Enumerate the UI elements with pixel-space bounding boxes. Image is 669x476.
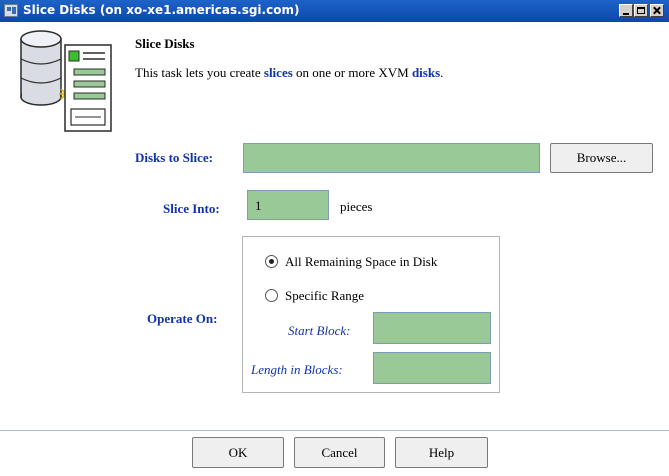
specific-range-label[interactable]: Specific Range [285, 288, 364, 304]
task-heading: Slice Disks [135, 36, 195, 51]
window-app-icon [4, 4, 18, 17]
disks-to-slice-field[interactable] [243, 143, 540, 173]
title-bar[interactable]: Slice Disks (on xo-xe1.americas.sgi.com) [0, 0, 669, 22]
help-button[interactable]: Help [395, 437, 488, 468]
desc-text-1: This task lets you create [135, 65, 264, 80]
slice-into-label: Slice Into: [163, 201, 220, 216]
desc-text-2: on one or more XVM [292, 65, 412, 80]
desc-text-3: . [440, 65, 444, 80]
start-block-field[interactable] [373, 312, 491, 344]
maximize-button[interactable] [634, 4, 648, 17]
close-button[interactable] [650, 4, 664, 17]
browse-button-label: Browse... [576, 150, 627, 165]
all-remaining-radio[interactable] [265, 255, 278, 268]
button-separator [0, 430, 669, 431]
specific-range-radio[interactable] [265, 289, 278, 302]
ok-button-label: OK [228, 444, 248, 460]
start-block-label: Start Block: [288, 323, 351, 338]
cancel-button[interactable]: Cancel [294, 437, 385, 468]
length-in-blocks-field[interactable] [373, 352, 491, 384]
operate-on-group: All Remaining Space in Disk Specific Ran… [242, 236, 500, 393]
disk-task-icon [20, 30, 112, 132]
window-title: Slice Disks (on xo-xe1.americas.sgi.com) [23, 3, 300, 17]
task-description: This task lets you create slices on one … [135, 65, 443, 81]
operate-on-label: Operate On: [147, 311, 218, 326]
length-in-blocks-label: Length in Blocks: [251, 362, 343, 377]
slices-link[interactable]: slices [264, 65, 293, 80]
all-remaining-label[interactable]: All Remaining Space in Disk [285, 254, 437, 270]
minimize-button[interactable] [619, 4, 633, 17]
slice-disks-dialog: Slice Disks (on xo-xe1.americas.sgi.com) [0, 0, 669, 476]
disks-link[interactable]: disks [412, 65, 440, 80]
help-button-label: Help [428, 444, 455, 460]
disks-to-slice-label: Disks to Slice: [135, 150, 213, 165]
slice-into-field[interactable]: 1 [247, 190, 329, 220]
ok-button[interactable]: OK [192, 437, 284, 468]
browse-button[interactable]: Browse... [550, 143, 653, 173]
pieces-label: pieces [340, 199, 373, 214]
cancel-button-label: Cancel [321, 444, 358, 460]
